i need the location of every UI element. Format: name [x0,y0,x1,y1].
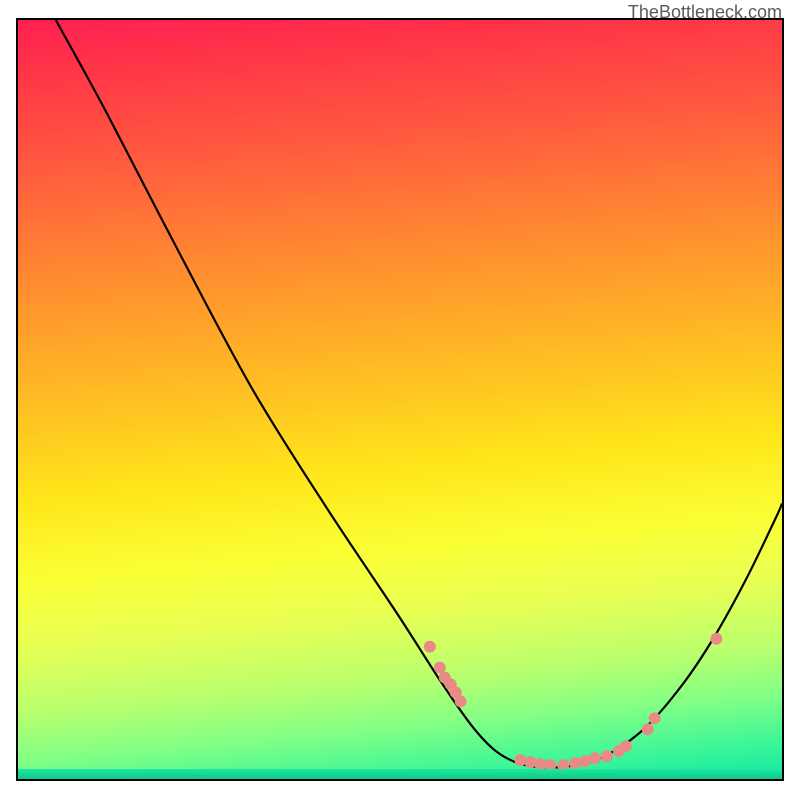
data-point [649,712,661,724]
data-point [620,740,632,752]
chart-frame: TheBottleneck.com [0,0,800,800]
data-point [424,641,436,653]
data-point [450,686,462,698]
data-point [579,755,591,767]
data-point [569,757,581,769]
plot-area [16,18,784,781]
data-point [534,758,546,770]
data-point [642,723,654,735]
data-point [601,750,613,762]
data-point [524,756,536,768]
data-point [589,752,601,764]
data-point [439,672,451,684]
data-point [544,759,556,771]
data-point [445,679,457,691]
curve-layer [18,20,782,779]
data-point [557,759,569,771]
data-point [455,695,467,707]
data-point [710,633,722,645]
data-point [514,754,526,766]
data-point [613,745,625,757]
data-point [434,662,446,674]
marker-group [424,633,722,771]
main-curve [56,20,782,768]
